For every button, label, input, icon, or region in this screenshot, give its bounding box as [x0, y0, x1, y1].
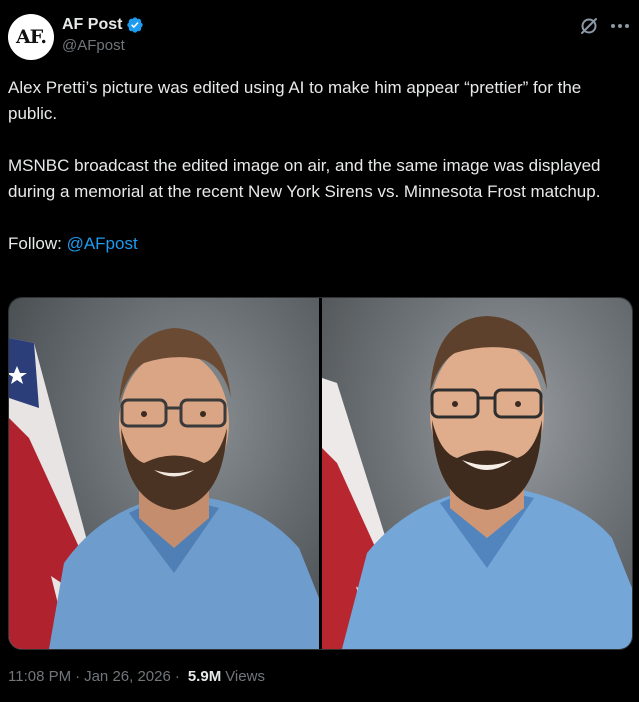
tweet-paragraph-1: Alex Pretti’s picture was edited using A…: [8, 78, 582, 123]
views-count[interactable]: 5.9M: [188, 668, 221, 685]
avatar[interactable]: AF.: [8, 14, 54, 60]
grok-icon[interactable]: [579, 16, 599, 36]
handle[interactable]: @AFpost: [62, 37, 144, 54]
photo-original[interactable]: [9, 298, 319, 649]
tweet-text: Alex Pretti’s picture was edited using A…: [8, 75, 633, 257]
tweet-header: AF. AF Post @AFpost: [8, 12, 631, 60]
tweet-paragraph-2: MSNBC broadcast the edited image on air,…: [8, 156, 601, 201]
tweet-date[interactable]: Jan 26, 2026: [84, 668, 171, 685]
avatar-logo-text: AF.: [16, 26, 47, 48]
display-name[interactable]: AF Post: [62, 16, 122, 34]
follow-mention-link[interactable]: @AFpost: [67, 234, 138, 253]
media-grid: [8, 297, 633, 650]
views-label: Views: [225, 668, 265, 685]
tweet-time[interactable]: 11:08 PM: [8, 668, 71, 685]
header-actions: [579, 16, 631, 36]
author-info: AF Post @AFpost: [62, 14, 144, 54]
tweet: AF. AF Post @AFpost Alex Pretti’s pictur…: [0, 0, 639, 702]
tweet-footer: 11:08 PM · Jan 26, 2026 · 5.9M Views: [8, 668, 265, 685]
tweet-follow-line: Follow: @AFpost: [8, 231, 633, 257]
display-name-row: AF Post: [62, 14, 144, 36]
follow-label: Follow:: [8, 234, 67, 253]
photo-edited[interactable]: [322, 298, 632, 649]
footer-separator-2: ·: [174, 668, 180, 685]
footer-separator: ·: [75, 668, 81, 685]
more-options-icon[interactable]: [609, 16, 631, 36]
verified-badge-icon[interactable]: [126, 16, 144, 34]
